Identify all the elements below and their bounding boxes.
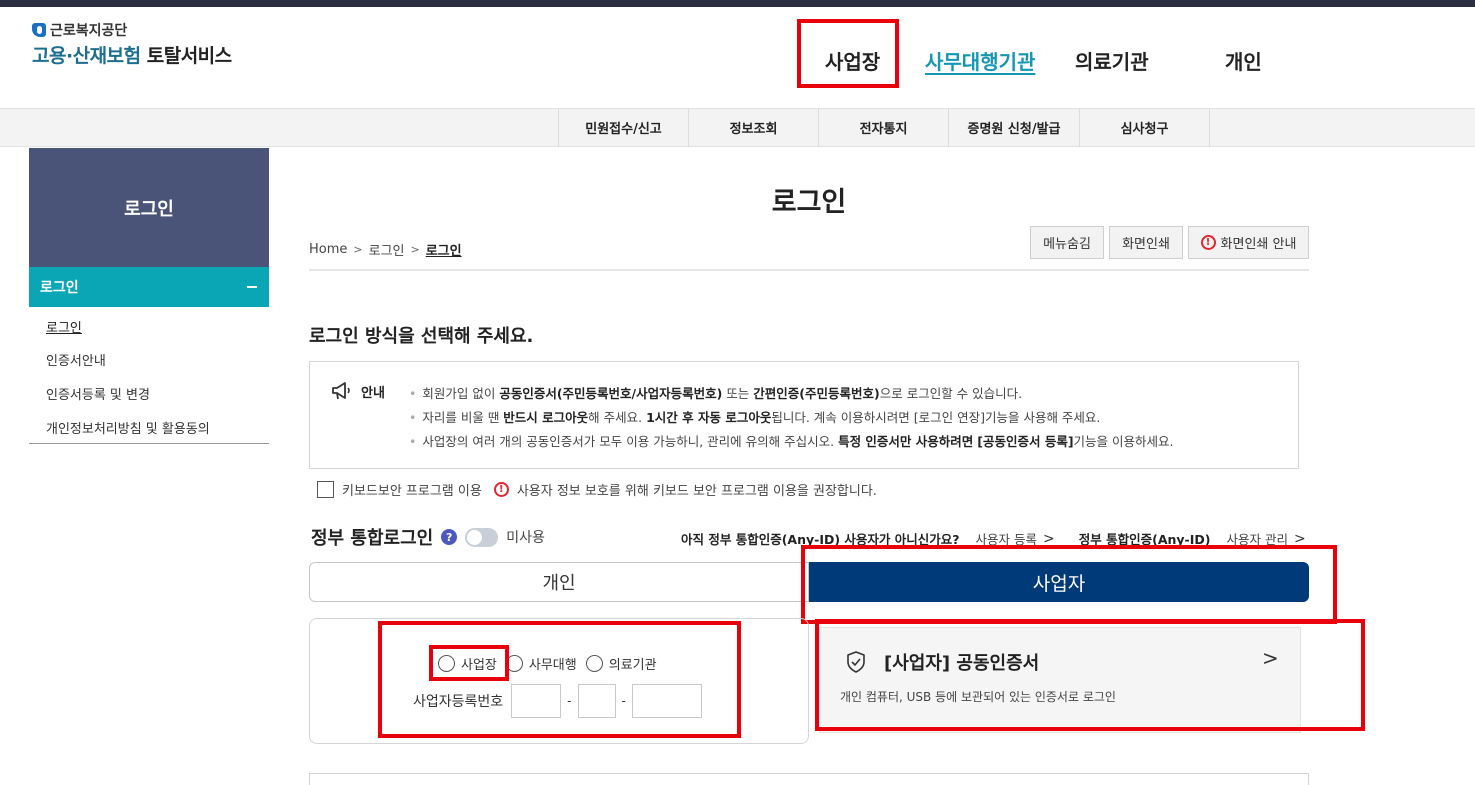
keyboard-security-label: 키보드보안 프로그램 이용 — [342, 484, 482, 499]
collapse-icon — [247, 286, 257, 288]
alert-icon: ! — [1200, 235, 1216, 250]
subnav-item-review[interactable]: 심사청구 — [1080, 108, 1210, 147]
highlight-box-tab — [801, 545, 1337, 624]
nav-agency[interactable]: 사무대행기관 — [925, 46, 1035, 75]
breadcrumb-current[interactable]: 로그인 — [426, 240, 462, 259]
breadcrumb-home[interactable]: Home — [309, 242, 347, 257]
notice-line-2: 자리를 비울 땐 반드시 로그아웃해 주세요. 1시간 후 자동 로그아웃됩니다… — [409, 407, 1100, 426]
sidebar-item-login[interactable]: 로그인 — [46, 317, 82, 336]
chevron-right-icon: > — [353, 243, 363, 256]
service-title-part2: 토탈서비스 — [146, 45, 232, 67]
sidebar-item-privacy[interactable]: 개인정보처리방침 및 활용동의 — [46, 418, 210, 437]
sidebar-title: 로그인 — [29, 148, 269, 267]
subnav: 민원접수/신고 정보조회 전자통지 증명원 신청/발급 심사청구 — [558, 108, 1210, 147]
notice-bold: 간편인증(주민등록번호) — [753, 386, 880, 401]
highlight-box-cert — [815, 619, 1365, 731]
sidebar-item-cert-guide[interactable]: 인증서안내 — [46, 350, 106, 369]
keyboard-security-row: 키보드보안 프로그램 이용 ! 사용자 정보 보호를 위해 키보드 보안 프로그… — [317, 480, 877, 499]
print-guide-button[interactable]: ! 화면인쇄 안내 — [1188, 226, 1309, 259]
subnav-item-notice[interactable]: 전자통지 — [819, 108, 949, 147]
next-section-box — [309, 773, 1309, 785]
subnav-item-complaint[interactable]: 민원접수/신고 — [559, 108, 689, 147]
subnav-item-info[interactable]: 정보조회 — [689, 108, 819, 147]
login-method-title: 로그인 방식을 선택해 주세요. — [309, 326, 534, 347]
divider — [309, 269, 1309, 271]
highlight-box-nav — [797, 19, 899, 88]
notice-bold: 1시간 후 자동 로그아웃 — [646, 410, 772, 425]
notice-text: 자리를 비울 땐 — [422, 410, 504, 425]
notice-label: 안내 — [331, 381, 385, 401]
notice-text: 또는 — [722, 386, 754, 401]
top-bar — [0, 0, 1475, 7]
org-logo-icon — [32, 23, 46, 37]
print-guide-label: 화면인쇄 안내 — [1220, 237, 1297, 252]
subnav-item-certificate[interactable]: 증명원 신청/발급 — [949, 108, 1080, 147]
page-title: 로그인 — [771, 187, 847, 218]
notice-text: 으로 로그인할 수 있습니다. — [879, 386, 1023, 401]
hide-menu-label: 메뉴숨김 — [1043, 237, 1091, 252]
breadcrumb: Home > 로그인 > 로그인 — [309, 240, 462, 259]
sidebar-list: 로그인 인증서안내 인증서등록 및 변경 개인정보처리방침 및 활용동의 — [29, 307, 269, 444]
notice-line-1: 회원가입 없이 공동인증서(주민등록번호/사업자등록번호) 또는 간편인증(주민… — [409, 383, 1022, 402]
help-icon[interactable]: ? — [441, 529, 458, 545]
service-title-part1: 고용·산재보험 — [32, 45, 141, 67]
gov-login-toggle[interactable] — [465, 527, 499, 547]
org-name: 근로복지공단 — [50, 23, 128, 39]
notice-text: 됩니다. 계속 이용하시려면 [로그인 연장]기능을 사용해 주세요. — [771, 410, 1101, 425]
highlight-box-radio — [429, 645, 509, 681]
chevron-right-icon: > — [410, 243, 420, 256]
keyboard-security-checkbox[interactable] — [317, 481, 334, 498]
gov-login-title: 정부 통합로그인 — [311, 528, 434, 549]
nav-medical[interactable]: 의료기관 — [1075, 46, 1149, 75]
notice-text: 회원가입 없이 — [422, 386, 500, 401]
tab-personal[interactable]: 개인 — [309, 562, 809, 602]
notice-text: 해 주세요. — [588, 410, 647, 425]
notice-bold: [공동인증서 등록] — [977, 434, 1074, 449]
megaphone-icon — [332, 382, 350, 400]
notice-text: 사업장의 여러 개의 공동인증서가 모두 이용 가능하니, 관리에 유의해 주십… — [422, 434, 839, 449]
notice-bold: 특정 인증서만 사용하려면 — [838, 434, 974, 449]
print-label: 화면인쇄 — [1122, 237, 1170, 252]
org-logo[interactable]: 근로복지공단 — [32, 20, 127, 40]
sidebar-item-cert-register[interactable]: 인증서등록 및 변경 — [46, 384, 150, 403]
alert-icon: ! — [493, 482, 509, 497]
sidebar-section-label: 로그인 — [40, 280, 79, 296]
notice-text: 기능을 이용하세요. — [1073, 434, 1174, 449]
keyboard-security-notice: 사용자 정보 보호를 위해 키보드 보안 프로그램 이용을 권장합니다. — [516, 484, 877, 499]
notice-bold: 반드시 로그아웃 — [503, 410, 589, 425]
gov-login-row: 정부 통합로그인 ? 미사용 — [311, 524, 545, 550]
notice-label-text: 안내 — [361, 385, 385, 401]
breadcrumb-login[interactable]: 로그인 — [369, 240, 405, 259]
notice-line-3: 사업장의 여러 개의 공동인증서가 모두 이용 가능하니, 관리에 유의해 주십… — [409, 431, 1174, 450]
hide-menu-button[interactable]: 메뉴숨김 — [1030, 226, 1104, 259]
sidebar-section-login[interactable]: 로그인 — [29, 267, 269, 307]
nav-personal[interactable]: 개인 — [1225, 46, 1262, 75]
service-title[interactable]: 고용·산재보험 토탈서비스 — [32, 41, 232, 68]
notice-bold: 공동인증서(주민등록번호/사업자등록번호) — [499, 386, 723, 401]
print-button[interactable]: 화면인쇄 — [1109, 226, 1183, 259]
toggle-label: 미사용 — [506, 530, 545, 546]
